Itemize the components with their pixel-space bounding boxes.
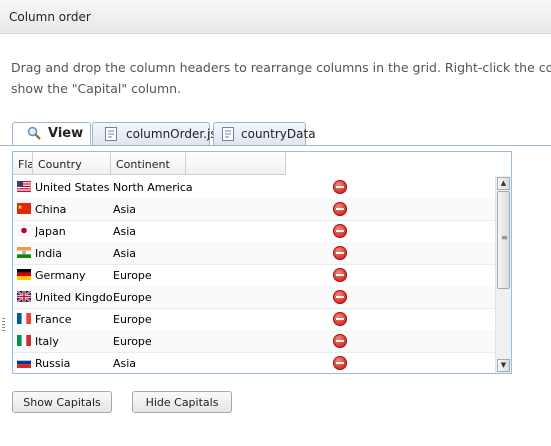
table-row[interactable]: United States North America (13, 176, 496, 199)
tab-view[interactable]: View (12, 122, 91, 146)
flag-icon-gb (17, 291, 31, 302)
table-row[interactable]: Russia Asia (13, 352, 496, 373)
flag-icon-jp (17, 225, 31, 236)
cell-continent: Asia (113, 357, 137, 370)
description-line-2: show the "Capital" column. (11, 81, 182, 96)
hide-capitals-button[interactable]: Hide Capitals (132, 391, 232, 413)
tab-columnorder-js[interactable]: columnOrder.js (92, 122, 217, 145)
flag-icon-in (17, 247, 31, 258)
table-row[interactable]: China Asia (13, 198, 496, 221)
remove-icon[interactable] (333, 246, 347, 260)
cell-country: Germany (35, 269, 86, 282)
remove-icon[interactable] (333, 356, 347, 370)
remove-icon[interactable] (333, 180, 347, 194)
cell-country: India (35, 247, 62, 260)
tab-columnorder-label: columnOrder.js (126, 127, 217, 141)
cell-continent: Asia (113, 225, 137, 238)
script-file-icon (222, 127, 234, 141)
tab-view-label: View (48, 126, 84, 141)
script-file-icon (105, 127, 117, 141)
cell-country: United Kingdom (35, 291, 113, 304)
table-row[interactable]: France Europe (13, 308, 496, 331)
flag-icon-de (17, 269, 31, 280)
remove-icon[interactable] (333, 312, 347, 326)
table-row[interactable]: India Asia (13, 242, 496, 265)
scroll-down-icon[interactable]: ▼ (497, 359, 510, 372)
cell-country: Japan (35, 225, 66, 238)
column-header-flag[interactable]: Fla (13, 152, 33, 175)
window-titlebar: Column order (0, 0, 551, 34)
column-header-empty[interactable] (186, 152, 286, 175)
show-capitals-button[interactable]: Show Capitals (12, 391, 112, 413)
window-title: Column order (9, 10, 91, 24)
vertical-scrollbar[interactable]: ▲ ≡ ▼ (495, 176, 511, 373)
cell-country: Italy (35, 335, 59, 348)
scroll-thumb[interactable]: ≡ (497, 191, 510, 289)
scroll-up-icon[interactable]: ▲ (497, 177, 510, 190)
table-row[interactable]: Japan Asia (13, 220, 496, 243)
remove-icon[interactable] (333, 268, 347, 282)
country-grid: Fla Country Continent United States North… (12, 151, 512, 374)
remove-icon[interactable] (333, 334, 347, 348)
cell-continent: Asia (113, 247, 137, 260)
cell-continent: North America (113, 181, 193, 194)
flag-icon-it (17, 335, 31, 346)
cell-country: China (35, 203, 67, 216)
cell-country: United States (35, 181, 110, 194)
table-row[interactable]: United KingdomEurope (13, 286, 496, 309)
tab-strip-border (0, 145, 551, 146)
tab-countrydata-label: countryData (241, 127, 316, 141)
cell-continent: Europe (113, 269, 152, 282)
table-row[interactable]: Italy Europe (13, 330, 496, 353)
cell-continent: Asia (113, 203, 137, 216)
flag-icon-ru (17, 357, 31, 368)
flag-icon-us (17, 181, 31, 192)
description-line-1: Drag and drop the column headers to rear… (11, 60, 551, 75)
flag-icon-cn (17, 203, 31, 214)
column-header-country[interactable]: Country (33, 152, 111, 175)
description: Drag and drop the column headers to rear… (11, 57, 551, 99)
column-header-continent[interactable]: Continent (111, 152, 186, 175)
cell-continent: Europe (113, 291, 152, 304)
cell-continent: Europe (113, 335, 152, 348)
cell-country: France (35, 313, 72, 326)
resize-handle[interactable] (2, 318, 5, 332)
remove-icon[interactable] (333, 224, 347, 238)
grid-header: Fla Country Continent (13, 152, 511, 176)
remove-icon[interactable] (333, 202, 347, 216)
tab-countrydata[interactable]: countryData (213, 122, 316, 145)
remove-icon[interactable] (333, 290, 347, 304)
table-row[interactable]: Germany Europe (13, 264, 496, 287)
cell-country: Russia (35, 357, 71, 370)
magnifier-icon (27, 126, 41, 140)
flag-icon-fr (17, 313, 31, 324)
cell-continent: Europe (113, 313, 152, 326)
